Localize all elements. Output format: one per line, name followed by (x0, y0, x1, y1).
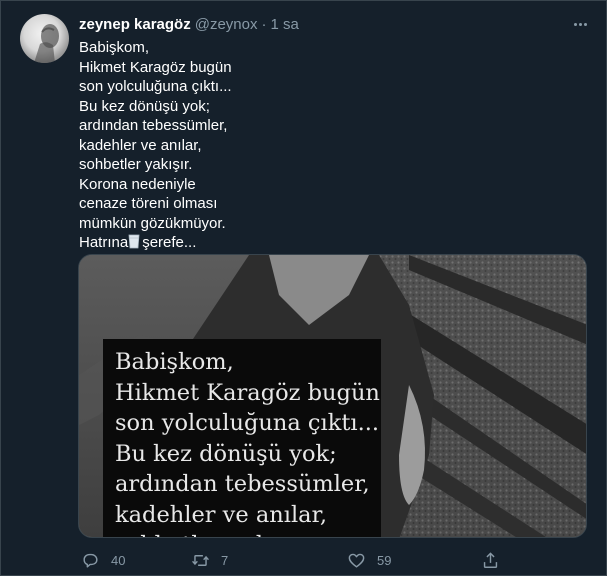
overlay-text-line: sohbetler yakışır. (115, 530, 381, 537)
retweet-icon (192, 554, 209, 566)
like-button[interactable]: 59 (347, 549, 391, 571)
overlay-text-line: son yolculuğuna çıktı... (115, 410, 380, 436)
tweet-actions: 40 7 59 (81, 549, 521, 571)
avatar[interactable] (20, 14, 69, 63)
retweet-count: 7 (221, 552, 229, 568)
overlay-text-line: Hikmet Karagöz bugün (115, 379, 380, 406)
overlay-text-line: Bu kez dönüşü yok; (115, 440, 337, 467)
share-button[interactable] (481, 549, 511, 571)
tweet-text: Babişkom, Hikmet Karagöz bugün son yolcu… (79, 38, 399, 253)
tweet-text-line: sohbetler yakışır. (79, 156, 193, 173)
tweet-header: zeynep karagöz @zeynox · 1 sa (79, 13, 299, 35)
tweet-text-line: ardından tebessümler, (79, 117, 228, 134)
reply-button[interactable]: 40 (81, 549, 125, 571)
tweet-media-image[interactable]: Babişkom, Hikmet Karagöz bugün son yolcu… (78, 254, 587, 538)
overlay-text-line: Babişkom, (115, 349, 234, 375)
tweet-text-line: cenaze töreni olması (79, 195, 218, 212)
separator-dot: · (261, 15, 267, 33)
reply-icon (83, 553, 98, 568)
user-handle[interactable]: @zeynox (195, 16, 258, 33)
tweet-text-line: mümkün gözükmüyor. (79, 214, 226, 232)
tweet-text-line: Babişkom, (79, 39, 150, 56)
tweet-text-line: Bu kez dönüşü yok; (79, 97, 210, 115)
tweet-text-line: son yolculuğuna çıktı... (79, 78, 232, 95)
more-options-icon[interactable] (568, 15, 592, 33)
display-name[interactable]: zeynep karagöz (79, 16, 191, 33)
overlay-text-line: ardından tebessümler, (115, 471, 370, 497)
tweet-text-last-line: Hatrına şerefe... (79, 233, 399, 253)
heart-icon (348, 553, 365, 568)
tweet-text-word: Hatrına (79, 234, 129, 251)
share-icon (483, 551, 498, 568)
like-count: 59 (377, 552, 392, 568)
media-text-overlay: Babişkom, Hikmet Karagöz bugün son yolcu… (103, 339, 381, 537)
tweet-text-line: Hikmet Karagöz bugün (79, 58, 232, 76)
retweet-button[interactable]: 7 (191, 549, 228, 571)
overlay-text-line: kadehler ve anılar, (115, 501, 328, 528)
tweet-text-line: kadehler ve anılar, (79, 136, 202, 154)
tweet-text-word: şerefe... (142, 234, 197, 251)
tweet-text-line: Korona nedeniyle (79, 175, 196, 193)
glass-of-raki-icon (128, 234, 140, 249)
tweet-timestamp[interactable]: 1 sa (270, 16, 298, 33)
tweet-card[interactable]: zeynep karagöz @zeynox · 1 sa Babişkom, … (0, 0, 607, 576)
reply-count: 40 (111, 552, 126, 568)
